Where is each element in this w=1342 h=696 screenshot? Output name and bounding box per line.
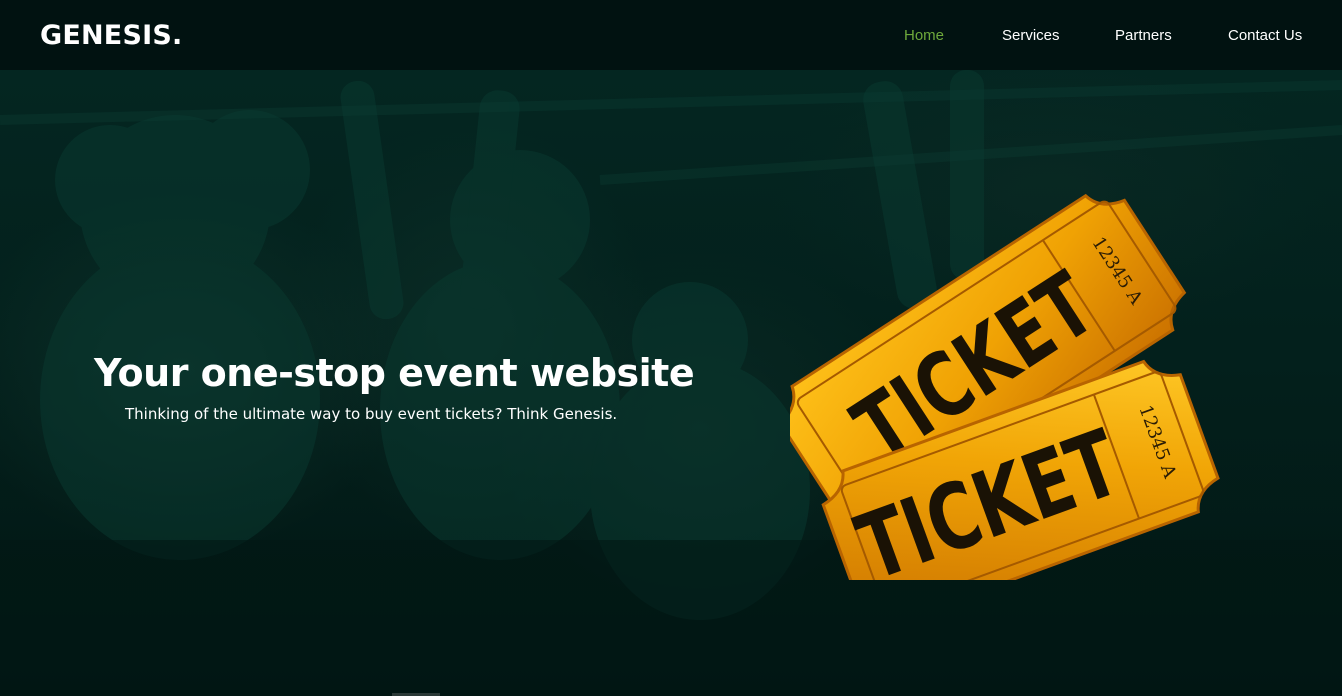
ticket-icon: TICKET 12345 A TICKET 12345 A [790, 193, 1220, 580]
hero-subtitle: Thinking of the ultimate way to buy even… [125, 405, 618, 423]
nav-link-contact-us[interactable]: Contact Us [1228, 27, 1302, 44]
nav-link-home[interactable]: Home [904, 27, 944, 44]
nav-link-partners[interactable]: Partners [1115, 27, 1172, 44]
hero-title: Your one-stop event website [94, 351, 695, 395]
brand-logo[interactable]: GENESIS. [40, 20, 182, 51]
hero-section: Your one-stop event website Thinking of … [0, 70, 1342, 696]
nav-link-services[interactable]: Services [1002, 27, 1060, 44]
navbar: GENESIS. Home Services Partners Contact … [0, 0, 1342, 70]
